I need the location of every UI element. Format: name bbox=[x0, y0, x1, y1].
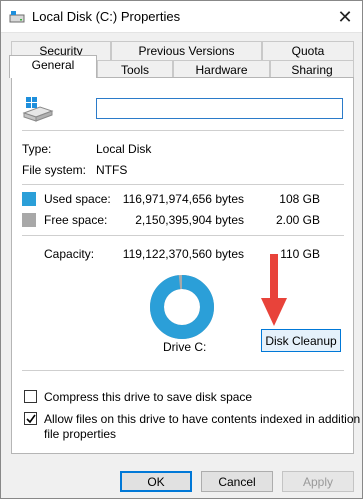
used-space-label: Used space: bbox=[44, 192, 111, 206]
donut-used-arc bbox=[150, 275, 214, 339]
cancel-button[interactable]: Cancel bbox=[201, 471, 273, 492]
volume-label-input[interactable] bbox=[96, 98, 343, 119]
drive-label: Drive C: bbox=[163, 340, 207, 354]
divider bbox=[22, 184, 344, 185]
checkmark-icon bbox=[26, 414, 36, 424]
used-space-size: 108 GB bbox=[279, 192, 320, 206]
annotation-arrow-icon bbox=[261, 254, 287, 326]
properties-window: Local Disk (C:) Properties ✕ Security Pr… bbox=[0, 0, 363, 499]
window-title: Local Disk (C:) Properties bbox=[32, 9, 181, 24]
close-icon: ✕ bbox=[337, 7, 353, 27]
index-checkbox[interactable] bbox=[24, 412, 37, 425]
disk-cleanup-button[interactable]: Disk Cleanup bbox=[261, 329, 341, 352]
compress-checkbox[interactable] bbox=[24, 390, 37, 403]
free-space-bytes: 2,150,395,904 bytes bbox=[135, 213, 244, 227]
divider bbox=[22, 130, 344, 131]
compress-label: Compress this drive to save disk space bbox=[44, 390, 253, 404]
apply-button[interactable]: Apply bbox=[282, 471, 354, 492]
tab-previous-versions[interactable]: Previous Versions bbox=[111, 41, 262, 60]
index-label-line2: file properties bbox=[44, 427, 117, 441]
free-space-size: 2.00 GB bbox=[275, 213, 320, 227]
capacity-bytes: 119,122,370,560 bytes bbox=[122, 247, 244, 261]
type-value: Local Disk bbox=[96, 142, 152, 156]
free-space-label: Free space: bbox=[44, 213, 108, 227]
index-label-line1: Allow files on this drive to have conten… bbox=[44, 412, 363, 426]
general-panel: Type: Local Disk File system: NTFS Used … bbox=[11, 77, 363, 454]
used-space-bytes: 116,971,974,656 bytes bbox=[122, 192, 244, 206]
free-space-swatch bbox=[22, 213, 36, 227]
capacity-label: Capacity: bbox=[44, 247, 95, 261]
drive-icon bbox=[9, 11, 25, 23]
close-button[interactable]: ✕ bbox=[330, 2, 360, 32]
used-space-swatch bbox=[22, 192, 36, 206]
usage-donut-chart bbox=[150, 275, 214, 339]
divider bbox=[22, 370, 344, 371]
tab-quota[interactable]: Quota bbox=[262, 41, 354, 60]
file-system-label: File system: bbox=[22, 163, 87, 177]
file-system-value: NTFS bbox=[96, 163, 128, 177]
title-bar[interactable]: Local Disk (C:) Properties ✕ bbox=[1, 1, 362, 33]
ok-button[interactable]: OK bbox=[120, 471, 192, 492]
type-label: Type: bbox=[22, 142, 52, 156]
tab-general[interactable]: General bbox=[9, 55, 97, 78]
divider bbox=[22, 235, 344, 236]
drive-icon bbox=[22, 97, 54, 122]
